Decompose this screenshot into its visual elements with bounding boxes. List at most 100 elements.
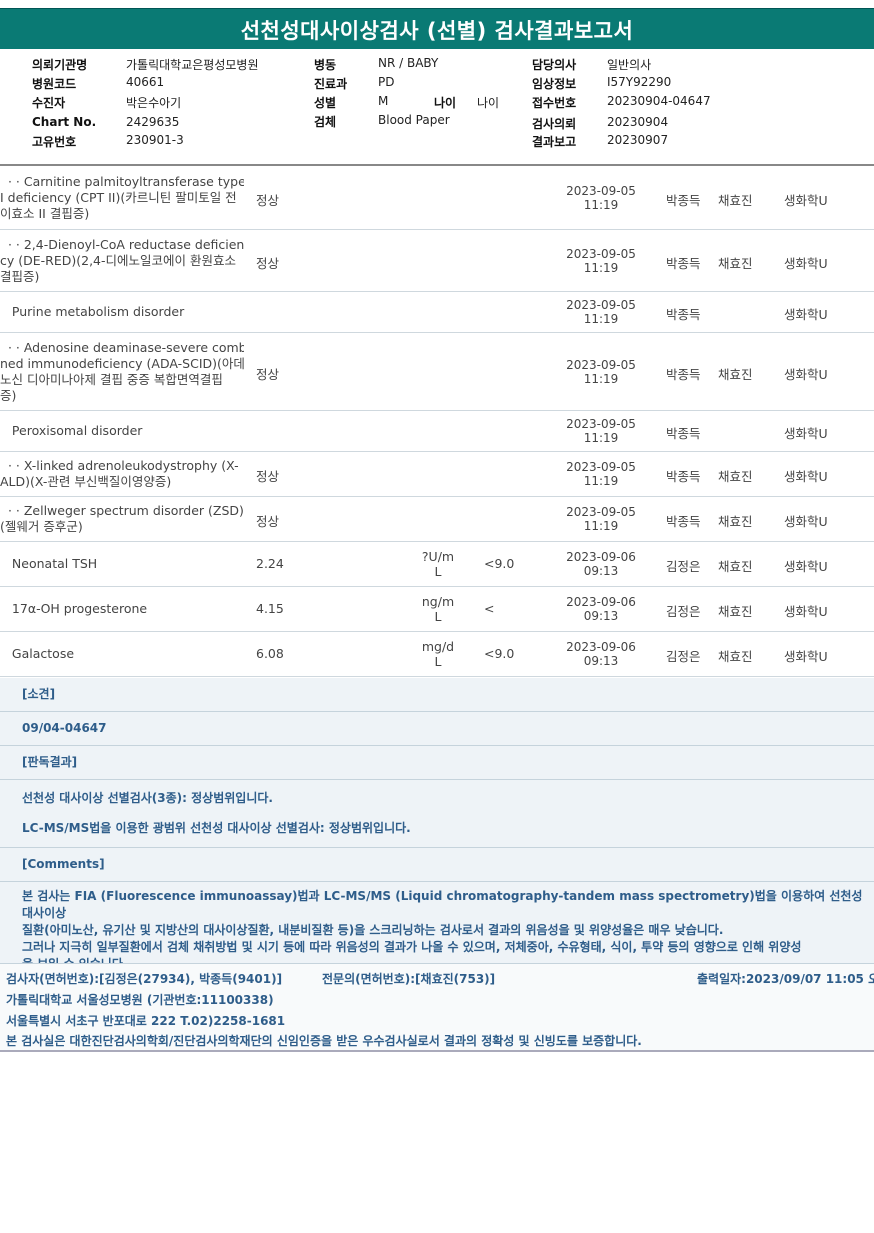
test-name-line: · · X-linked adrenoleukodystrophy (X- <box>0 458 239 473</box>
unit-line <box>412 474 464 489</box>
reference-range: <9.0 <box>484 556 515 571</box>
value-specimen: Blood Paper <box>378 113 450 127</box>
label-sex: 성별 <box>314 96 337 110</box>
unit-line <box>412 372 464 387</box>
label-chart-no: Chart No. <box>32 115 97 129</box>
result-time: 11:19 <box>583 261 619 275</box>
examiner-name: 박종득 <box>666 426 701 441</box>
unit: ?U/m L <box>412 549 464 579</box>
unit-line <box>412 519 464 534</box>
result-time: 11:19 <box>583 474 619 488</box>
test-name: Galactose <box>0 646 244 662</box>
result-datetime: 2023-09-05 11:19 <box>562 505 640 533</box>
test-name-line: · · Adenosine deaminase-severe combi <box>0 340 244 355</box>
test-name: · · Zellweger spectrum disorder (ZSD) (젤웨… <box>0 503 244 535</box>
test-name-line: Galactose <box>0 646 75 661</box>
result-row: Purine metabolism disorder 2023-09-05 11:1… <box>0 292 874 333</box>
lab-department: 생화학U <box>784 307 828 322</box>
test-name: Purine metabolism disorder <box>0 304 244 320</box>
result-value: 정상 <box>256 469 280 484</box>
verifier-name: 채효진 <box>718 514 753 529</box>
unit <box>412 246 464 276</box>
test-name-line: · · Zellweger spectrum disorder (ZSD) <box>0 503 244 518</box>
examiner-name: 김정은 <box>666 604 701 619</box>
value-hospital-code: 40661 <box>126 75 165 89</box>
test-name-line: 노신 디아미나아제 결핍 중증 복합면역결핍 <box>0 372 223 387</box>
value-unique-no: 230901-3 <box>126 133 184 147</box>
value-institution: 가톨릭대학교은평성모병원 <box>126 58 259 72</box>
test-name-line: I deficiency (CPT II)(카르니틴 팔미토일 전 <box>0 190 237 205</box>
examiner-name: 박종득 <box>666 469 701 484</box>
result-datetime: 2023-09-06 09:13 <box>562 550 640 578</box>
result-datetime: 2023-09-05 11:19 <box>562 417 640 445</box>
result-time: 11:19 <box>583 372 619 386</box>
result-row: · · 2,4-Dienoyl-CoA reductase deficien cy… <box>0 230 874 292</box>
result-date: 2023-09-05 <box>566 358 636 372</box>
verifier-name: 채효진 <box>718 604 753 619</box>
test-name: · · X-linked adrenoleukodystrophy (X- ALD… <box>0 458 244 490</box>
unit: mg/d L <box>412 639 464 669</box>
organization-info: 가톨릭대학교 서울성모병원 (기관번호:11100338) <box>6 993 274 1007</box>
value-physician: 일반의사 <box>607 58 652 72</box>
result-time: 09:13 <box>583 654 619 668</box>
result-date: 2023-09-05 <box>566 505 636 519</box>
unit <box>412 357 464 387</box>
value-sex: M <box>378 94 389 108</box>
result-time: 11:19 <box>583 198 619 212</box>
label-physician: 담당의사 <box>532 58 577 72</box>
test-name-line: Neonatal TSH <box>0 556 98 571</box>
test-name: · · Carnitine palmitoyltransferase type … <box>0 174 244 222</box>
verifier-name: 채효진 <box>718 256 753 271</box>
result-date: 2023-09-06 <box>566 640 636 654</box>
test-name-line: 이효소 II 결핍증) <box>0 206 90 221</box>
test-name-line: cy (DE-RED)(2,4-디에노일코에이 환원효소 <box>0 253 236 268</box>
examiner-name: 박종득 <box>666 367 701 382</box>
test-name-line: Purine metabolism disorder <box>0 304 185 319</box>
unit: ng/m L <box>412 594 464 624</box>
test-name: Neonatal TSH <box>0 556 244 572</box>
value-age: 나이 <box>477 96 500 110</box>
value-ward: NR / BABY <box>378 56 439 70</box>
examiner-name: 김정은 <box>666 559 701 574</box>
lab-department: 생화학U <box>784 193 828 208</box>
report-footer: 검사자(면허번호):[김정은(27934), 박종득(9401)] 전문의(면허… <box>0 963 874 1052</box>
unit-line <box>412 416 464 431</box>
label-specimen: 검체 <box>314 115 337 129</box>
unit-line <box>412 297 464 312</box>
unit-line: mg/d <box>421 639 455 654</box>
result-row: · · Zellweger spectrum disorder (ZSD) (젤웨… <box>0 497 874 542</box>
notes-section: [소견] 09/04-04647 [판독결과] 선천성 대사이상 선별검사(3종… <box>0 678 874 979</box>
result-value: 6.08 <box>256 646 284 661</box>
test-name-line: 결핍증) <box>0 269 40 284</box>
result-time: 09:13 <box>583 609 619 623</box>
lab-department: 생화학U <box>784 604 828 619</box>
report-title-bar: 선천성대사이상검사 (선별) 검사결과보고서 <box>0 8 874 49</box>
result-time: 11:19 <box>583 519 619 533</box>
unit-line <box>412 459 464 474</box>
bottom-divider <box>0 1050 874 1052</box>
label-patient: 수진자 <box>32 96 66 110</box>
label-department: 진료과 <box>314 77 348 91</box>
result-datetime: 2023-09-05 11:19 <box>562 184 640 212</box>
result-row: Peroxisomal disorder 2023-09-05 11:19 박종득 생화… <box>0 411 874 452</box>
patient-header: 의뢰기관명 가톨릭대학교은평성모병원 병원코드 40661 수진자 박은수아기 … <box>0 56 874 162</box>
result-date: 2023-09-05 <box>566 184 636 198</box>
test-name: Peroxisomal disorder <box>0 423 244 439</box>
label-clinical-info: 임상정보 <box>532 77 577 91</box>
test-name-line: ned immunodeficiency (ADA-SCID)(아데 <box>0 356 244 371</box>
unit-line: ng/m <box>421 594 455 609</box>
lab-department: 생화학U <box>784 469 828 484</box>
unit <box>412 297 464 327</box>
test-name-line: 증) <box>0 388 17 403</box>
value-department: PD <box>378 75 395 89</box>
examiner-name: 박종득 <box>666 514 701 529</box>
lab-department: 생화학U <box>784 367 828 382</box>
verifier-name: 채효진 <box>718 367 753 382</box>
unit-line: L <box>434 564 442 579</box>
unit <box>412 416 464 446</box>
verifier-name: 채효진 <box>718 469 753 484</box>
unit <box>412 183 464 213</box>
value-patient: 박은수아기 <box>126 96 182 110</box>
verifier-name: 채효진 <box>718 559 753 574</box>
judgement-line-2: LC-MS/MS법을 이용한 광범위 선천성 대사이상 선별검사: 정상범위입니… <box>0 813 874 848</box>
